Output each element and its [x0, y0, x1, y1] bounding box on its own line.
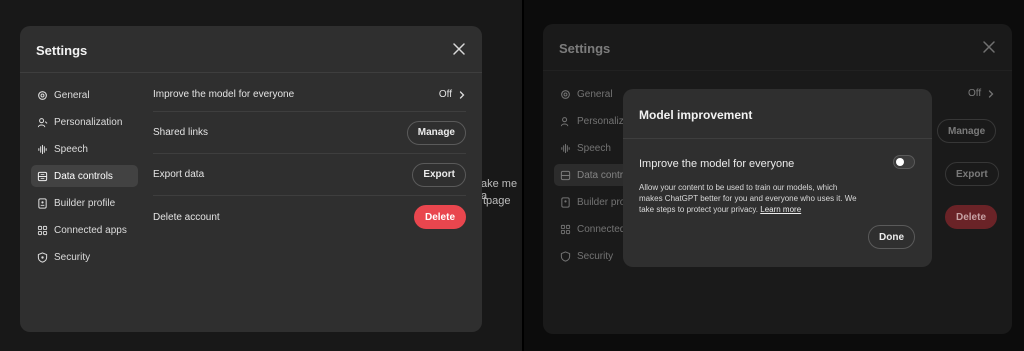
improve-model-value[interactable]: Off [439, 89, 466, 100]
export-data-row: Export data Export [153, 154, 466, 196]
improve-model-state: Off [438, 89, 452, 100]
description-text: Allow your content to be used to train o… [639, 183, 857, 214]
toggle-knob [896, 158, 904, 166]
dialog-description: Allow your content to be used to train o… [639, 182, 859, 215]
sidebar-item-label: Builder prof [577, 196, 629, 208]
delete-button[interactable]: Delete [413, 205, 466, 229]
shared-links-label: Shared links [153, 127, 209, 138]
sidebar-item-personalization[interactable]: Personalization [31, 111, 138, 133]
shared-links-row: Shared links Manage [153, 112, 466, 154]
person-icon [560, 116, 569, 126]
manage-button[interactable]: Manage [406, 120, 466, 145]
settings-modal: Settings General Personalization Speech … [20, 26, 482, 332]
settings-header: Settings [543, 24, 1012, 71]
sidebar-item-label: General [54, 89, 90, 101]
background-chat-text: tpage [483, 195, 511, 207]
database-icon [37, 171, 48, 181]
sidebar-item-label: Connected [577, 223, 626, 235]
export-button[interactable]: Export [945, 162, 999, 186]
id-card-icon [561, 196, 570, 208]
database-icon [560, 170, 571, 180]
manage-button[interactable]: Manage [937, 119, 997, 143]
improve-model-state: Off [968, 88, 982, 99]
chevron-right-icon [989, 89, 994, 98]
shield-icon [37, 251, 48, 263]
sidebar-item-data-controls[interactable]: Data controls [31, 165, 138, 187]
settings-sidebar: General Personalization Speech Data cont… [31, 84, 138, 273]
waveform-icon [561, 143, 570, 153]
export-button[interactable]: Export [412, 162, 466, 187]
sidebar-item-label: Security [54, 251, 91, 263]
improve-model-value[interactable]: Off [968, 88, 995, 99]
grid-icon [37, 225, 48, 235]
done-button[interactable]: Done [868, 225, 915, 249]
sidebar-item-label: Data contro [577, 169, 629, 181]
delete-account-row: Delete account Delete [153, 196, 466, 238]
sidebar-item-label: Connected apps [54, 224, 127, 236]
data-controls-content: Improve the model for everyone Off Share… [153, 78, 466, 238]
delete-button[interactable]: Delete [945, 205, 998, 229]
shield-icon [560, 250, 571, 262]
chevron-right-icon [459, 90, 465, 99]
delete-account-label: Delete account [153, 211, 220, 223]
close-icon[interactable] [982, 40, 996, 54]
learn-more-link[interactable]: Learn more [760, 205, 801, 214]
grid-icon [560, 224, 571, 234]
gear-icon [561, 89, 570, 99]
settings-title: Settings [559, 41, 611, 56]
sidebar-item-label: Builder profile [54, 197, 116, 209]
sidebar-item-label: Security [577, 250, 614, 262]
left-screen: ake me a tpage Settings General Personal… [0, 0, 522, 351]
sidebar-item-general[interactable]: General [31, 84, 138, 106]
dialog-header: Model improvement [623, 89, 932, 139]
settings-header: Settings [20, 26, 482, 73]
improve-model-toggle[interactable] [893, 155, 915, 169]
improve-model-row[interactable]: Improve the model for everyone Off [153, 78, 466, 112]
sidebar-item-label: Speech [54, 143, 88, 155]
sidebar-item-label: Personalization [54, 116, 123, 128]
model-improvement-dialog: Model improvement Improve the model for … [623, 89, 932, 267]
sidebar-item-security[interactable]: Security [31, 246, 138, 268]
sidebar-item-builder-profile[interactable]: Builder profile [31, 192, 138, 214]
waveform-icon [38, 144, 47, 154]
sidebar-item-connected-apps[interactable]: Connected apps [31, 219, 138, 241]
sidebar-item-label: Speech [577, 142, 611, 154]
settings-title: Settings [36, 43, 88, 58]
close-icon[interactable] [452, 42, 466, 56]
dialog-title: Model improvement [639, 108, 753, 122]
improve-model-toggle-label: Improve the model for everyone [639, 158, 795, 170]
person-icon [37, 117, 48, 127]
gear-icon [38, 90, 47, 100]
improve-model-label: Improve the model for everyone [153, 89, 295, 100]
export-data-label: Export data [153, 169, 205, 180]
sidebar-item-speech[interactable]: Speech [31, 138, 138, 160]
sidebar-item-label: Data controls [54, 170, 113, 182]
id-card-icon [38, 197, 47, 209]
sidebar-item-label: General [577, 88, 613, 100]
